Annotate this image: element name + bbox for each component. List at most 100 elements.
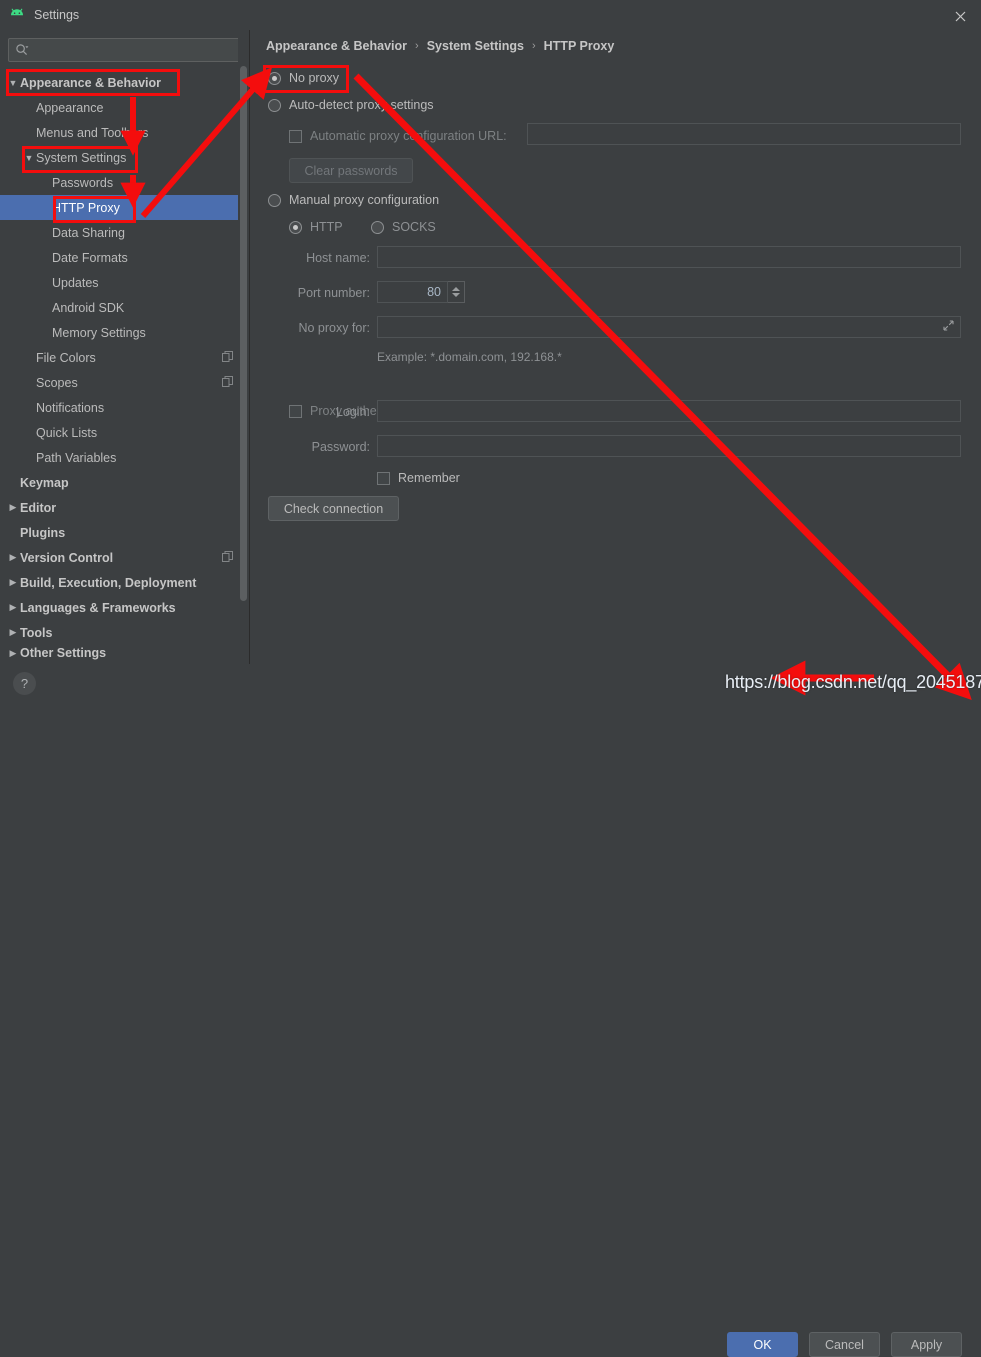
clear-passwords-button[interactable]: Clear passwords <box>289 158 413 183</box>
settings-dialog: Settings ▼ Appearance & Behavior Appearanc… <box>0 0 981 1357</box>
sidebar-item-keymap[interactable]: Keymap <box>0 470 249 495</box>
expand-field-icon[interactable] <box>943 320 954 334</box>
sidebar-item-path-variables[interactable]: Path Variables <box>0 445 249 470</box>
http-radio-row[interactable]: HTTP <box>289 220 343 234</box>
sidebar-item-scopes[interactable]: Scopes <box>0 370 249 395</box>
no-proxy-example-text: Example: *.domain.com, 192.168.* <box>377 350 562 364</box>
sidebar-item-tools[interactable]: ▶ Tools <box>0 620 249 645</box>
apply-button[interactable]: Apply <box>891 1332 962 1357</box>
auto-config-url-checkbox[interactable] <box>289 129 302 143</box>
socks-radio[interactable] <box>371 220 384 234</box>
android-logo-icon <box>8 6 26 24</box>
password-field[interactable] <box>377 435 961 457</box>
port-number-stepper[interactable]: 80 <box>377 281 465 303</box>
sidebar-item-label: Updates <box>52 275 99 290</box>
sidebar-item-date-formats[interactable]: Date Formats <box>0 245 249 270</box>
chevron-down-icon[interactable]: ▼ <box>6 78 20 88</box>
sidebar-item-label: Appearance <box>36 100 104 115</box>
breadcrumb-part-2[interactable]: System Settings <box>427 39 524 53</box>
auto-detect-radio-row[interactable]: Auto-detect proxy settings <box>268 98 434 112</box>
auto-config-url-label: Automatic proxy configuration URL: <box>310 129 507 143</box>
no-proxy-for-field[interactable] <box>377 316 961 338</box>
sidebar-item-label: Plugins <box>20 525 66 540</box>
sidebar-item-plugins[interactable]: Plugins <box>0 520 249 545</box>
sidebar-item-memory-settings[interactable]: Memory Settings <box>0 320 249 345</box>
sidebar-item-menus-and-toolbars[interactable]: Menus and Toolbars <box>0 120 249 145</box>
manual-proxy-radio-row[interactable]: Manual proxy configuration <box>268 193 439 207</box>
copy-settings-icon[interactable] <box>222 551 233 562</box>
chevron-right-icon[interactable]: ▶ <box>6 602 20 613</box>
sidebar-item-other-settings[interactable]: ▶ Other Settings <box>0 645 249 661</box>
search-input[interactable] <box>31 42 230 58</box>
help-icon[interactable]: ? <box>13 672 36 695</box>
http-radio[interactable] <box>289 220 302 234</box>
sidebar-item-label: Keymap <box>20 475 69 490</box>
http-label: HTTP <box>310 220 343 234</box>
sidebar-item-label: Version Control <box>20 550 114 565</box>
search-icon <box>15 43 29 57</box>
search-box[interactable] <box>8 38 241 62</box>
chevron-right-icon[interactable]: ▶ <box>6 502 20 513</box>
close-icon[interactable] <box>949 7 971 25</box>
port-number-label: Port number: <box>297 286 370 300</box>
remember-checkbox[interactable] <box>377 471 390 485</box>
chevron-right-icon[interactable]: ▶ <box>6 577 20 588</box>
sidebar-item-appearance[interactable]: Appearance <box>0 95 249 120</box>
socks-radio-row[interactable]: SOCKS <box>371 220 436 234</box>
sidebar-item-version-control[interactable]: ▶ Version Control <box>0 545 249 570</box>
check-connection-button[interactable]: Check connection <box>268 496 399 521</box>
host-name-field[interactable] <box>377 246 961 268</box>
sidebar-item-http-proxy[interactable]: HTTP Proxy <box>0 195 249 220</box>
sidebar-item-label: Tools <box>20 625 53 640</box>
chevron-down-icon[interactable]: ▼ <box>22 153 36 163</box>
remember-row[interactable]: Remember <box>377 471 460 485</box>
chevron-right-icon[interactable]: ▶ <box>6 648 20 659</box>
port-number-spinner-buttons[interactable] <box>448 281 465 303</box>
sidebar-item-quick-lists[interactable]: Quick Lists <box>0 420 249 445</box>
sidebar-item-build-execution-deployment[interactable]: ▶ Build, Execution, Deployment <box>0 570 249 595</box>
manual-proxy-radio[interactable] <box>268 193 281 207</box>
sidebar-item-label: Notifications <box>36 400 105 415</box>
spinner-up-icon[interactable] <box>452 287 460 291</box>
cancel-button[interactable]: Cancel <box>809 1332 880 1357</box>
auto-detect-radio[interactable] <box>268 98 281 112</box>
sidebar-item-label: Editor <box>20 500 57 515</box>
sidebar-item-updates[interactable]: Updates <box>0 270 249 295</box>
login-field[interactable] <box>377 400 961 422</box>
settings-tree[interactable]: ▼ Appearance & Behavior Appearance Menus an… <box>0 70 249 661</box>
sidebar-item-passwords[interactable]: Passwords <box>0 170 249 195</box>
sidebar-item-label: Passwords <box>52 175 114 190</box>
sidebar-item-editor[interactable]: ▶ Editor <box>0 495 249 520</box>
sidebar-item-android-sdk[interactable]: Android SDK <box>0 295 249 320</box>
sidebar-item-label: Languages & Frameworks <box>20 600 176 615</box>
sidebar-item-data-sharing[interactable]: Data Sharing <box>0 220 249 245</box>
chevron-right-icon[interactable]: ▶ <box>6 627 20 638</box>
chevron-right-icon: › <box>415 40 419 52</box>
breadcrumb: Appearance & Behavior › System Settings … <box>266 39 614 53</box>
spinner-down-icon[interactable] <box>452 293 460 297</box>
sidebar-item-label: Date Formats <box>52 250 128 265</box>
sidebar-item-notifications[interactable]: Notifications <box>0 395 249 420</box>
title-bar: Settings <box>0 0 981 30</box>
auto-config-url-row[interactable]: Automatic proxy configuration URL: <box>289 129 507 143</box>
copy-settings-icon[interactable] <box>222 351 233 362</box>
auto-config-url-field[interactable] <box>527 123 961 145</box>
sidebar-item-label: Menus and Toolbars <box>36 125 149 140</box>
window-title: Settings <box>34 8 80 22</box>
sidebar-item-languages-frameworks[interactable]: ▶ Languages & Frameworks <box>0 595 249 620</box>
sidebar-item-file-colors[interactable]: File Colors <box>0 345 249 370</box>
sidebar-scrollbar-thumb[interactable] <box>240 66 247 601</box>
no-proxy-radio-row[interactable]: No proxy <box>268 71 339 85</box>
chevron-right-icon[interactable]: ▶ <box>6 552 20 563</box>
no-proxy-label: No proxy <box>289 71 340 85</box>
sidebar-scrollbar-track[interactable] <box>238 30 249 664</box>
copy-settings-icon[interactable] <box>222 376 233 387</box>
no-proxy-radio[interactable] <box>268 71 281 85</box>
breadcrumb-part-1[interactable]: Appearance & Behavior <box>266 39 407 53</box>
ok-button[interactable]: OK <box>727 1332 798 1357</box>
http-proxy-panel: Appearance & Behavior › System Settings … <box>250 30 981 664</box>
auto-detect-label: Auto-detect proxy settings <box>289 98 434 112</box>
login-label: Login: <box>335 405 370 419</box>
sidebar-item-appearance-behavior[interactable]: ▼ Appearance & Behavior <box>0 70 249 95</box>
sidebar-item-system-settings[interactable]: ▼ System Settings <box>0 145 249 170</box>
